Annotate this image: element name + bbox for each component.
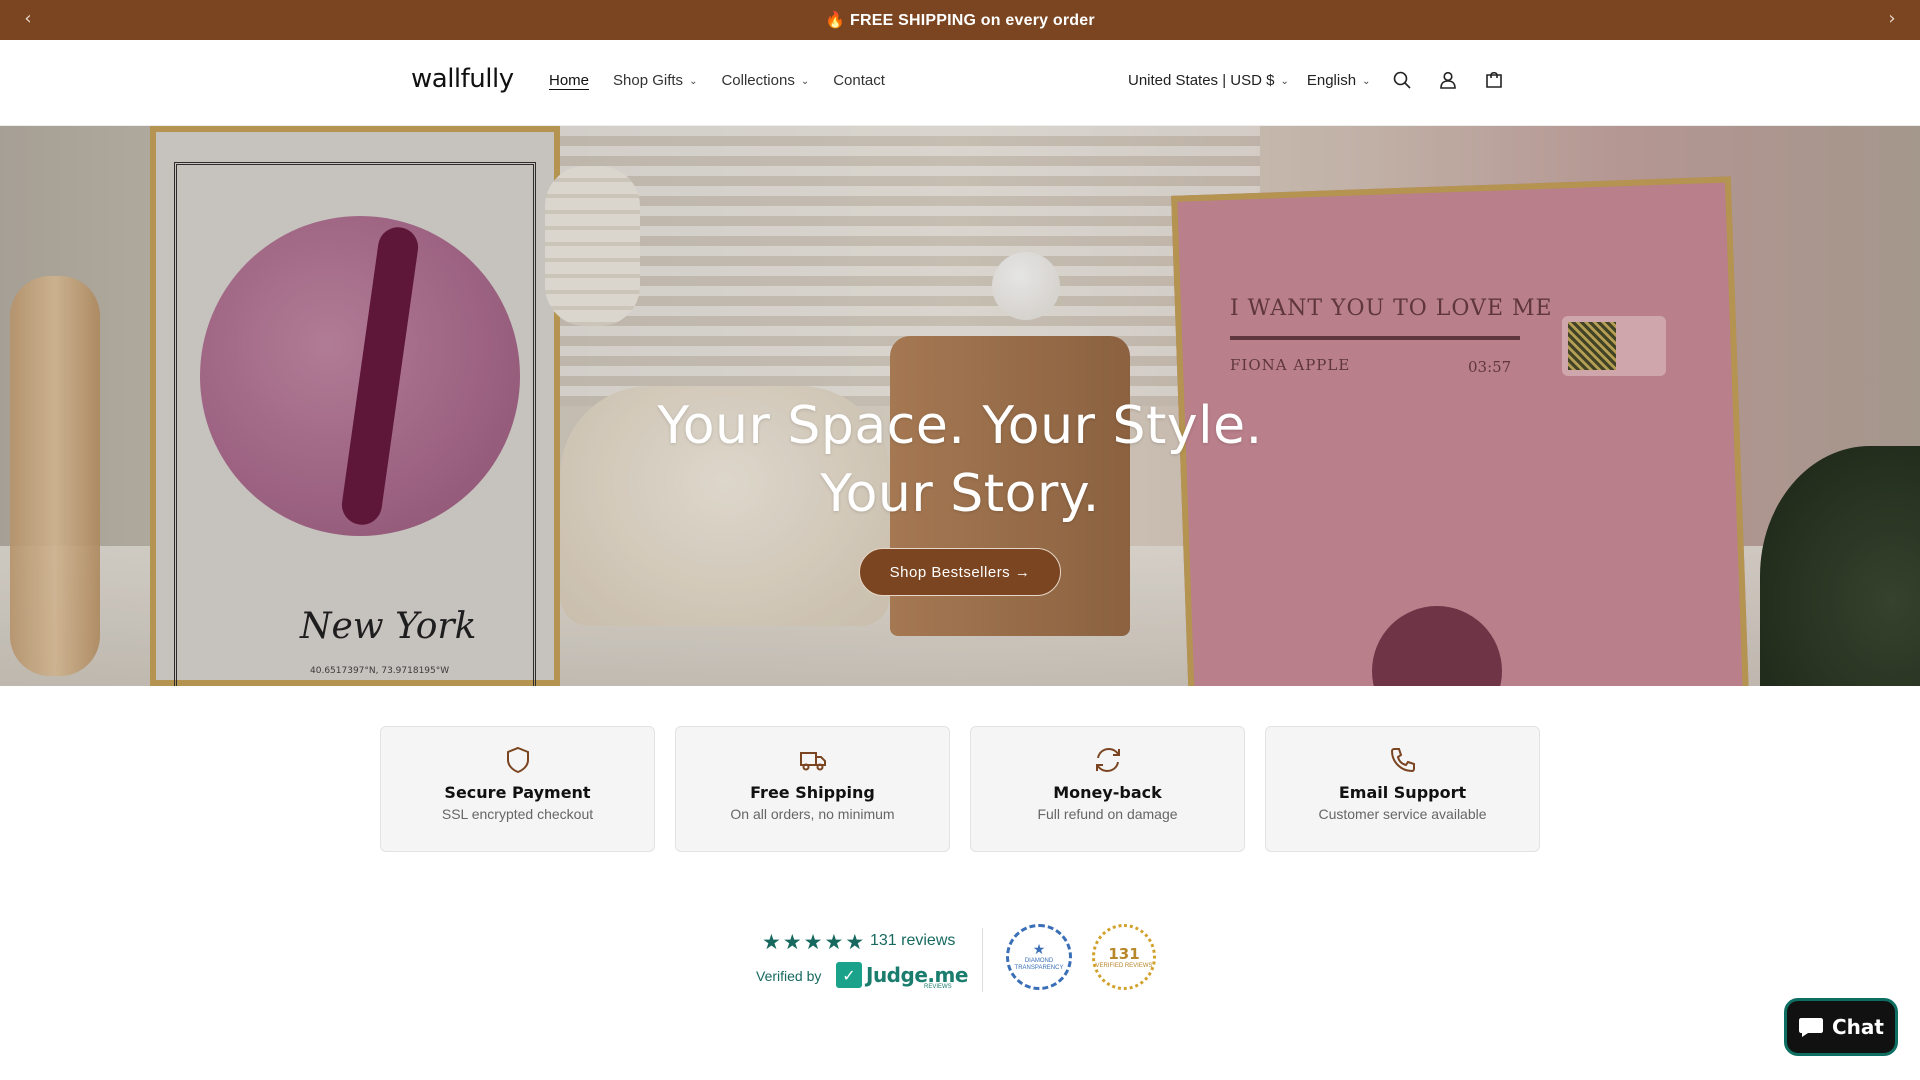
nav-item-label: Shop Gifts [613, 72, 684, 89]
site-header: wallfully Home Shop Gifts ⌄ Collections … [0, 40, 1920, 126]
hero-title-line1: Your Space. Your Style. [657, 396, 1263, 456]
star-icon: ★ [782, 930, 802, 954]
header-utilities: United States | USD $ ⌄ English ⌄ [1128, 66, 1508, 94]
chevron-left-icon[interactable]: ‹ [16, 8, 40, 32]
rating-stars: ★ ★ ★ ★ ★ [762, 930, 864, 954]
main-nav: Home Shop Gifts ⌄ Collections ⌄ Contact [549, 72, 885, 89]
site-logo[interactable]: wallfully [411, 64, 514, 94]
language-label: English [1306, 71, 1357, 89]
chevron-down-icon: ⌄ [1362, 75, 1371, 87]
nav-item-contact[interactable]: Contact [833, 72, 885, 89]
star-icon: ★ [824, 930, 844, 954]
language-selector[interactable]: English ⌄ [1307, 72, 1371, 89]
feature-card: Secure Payment SSL encrypted checkout [380, 726, 655, 852]
diamond-transparency-badge[interactable]: ★ DIAMOND TRANSPARENCY [1006, 924, 1072, 990]
nav-item-collections[interactable]: Collections ⌄ [721, 72, 809, 89]
hero-title: Your Space. Your Style. Your Story. [460, 392, 1460, 528]
star-icon: ★ [803, 930, 823, 954]
check-icon: ✓ [836, 962, 862, 988]
shield-icon [506, 746, 529, 774]
feature-subtitle: On all orders, no minimum [730, 806, 895, 822]
announcement-bar: ‹ 🔥 FREE SHIPPING on every order › [0, 0, 1920, 40]
chat-button[interactable]: Chat [1784, 998, 1898, 1056]
currency-selector[interactable]: United States | USD $ ⌄ [1128, 72, 1289, 89]
feature-subtitle: Full refund on damage [1037, 806, 1178, 822]
badge-number: 131 [1108, 944, 1140, 963]
badge-text: DIAMOND TRANSPARENCY [1014, 958, 1064, 971]
chevron-down-icon: ⌄ [800, 76, 810, 87]
nav-item-label: Collections [721, 72, 795, 89]
feature-card: Money-back Full refund on damage [970, 726, 1245, 852]
verified-by-label: Verified by [756, 968, 822, 984]
chat-bubble-icon [1799, 1018, 1823, 1037]
divider [982, 928, 983, 992]
feature-title: Secure Payment [444, 783, 591, 802]
feature-subtitle: SSL encrypted checkout [441, 806, 594, 822]
nav-item-home[interactable]: Home [549, 72, 589, 89]
feature-card: Free Shipping On all orders, no minimum [675, 726, 950, 852]
chat-label: Chat [1832, 1015, 1884, 1039]
chevron-down-icon: ⌄ [1280, 75, 1289, 87]
refresh-icon [1095, 747, 1120, 773]
chevron-down-icon: ⌄ [689, 76, 698, 87]
feature-title: Email Support [1338, 783, 1467, 802]
phone-icon [1390, 748, 1415, 773]
nav-item-shop-gifts[interactable]: Shop Gifts ⌄ [613, 72, 697, 89]
star-icon: ★ [845, 930, 865, 954]
features-row: Secure Payment SSL encrypted checkout Fr… [380, 726, 1540, 852]
nav-item-label: Contact [833, 72, 885, 89]
review-count[interactable]: 131 reviews [870, 932, 955, 950]
nav-item-label: Home [549, 72, 590, 89]
shop-bestsellers-button[interactable]: Shop Bestsellers → [859, 548, 1061, 596]
verified-reviews-badge[interactable]: 131 VERIFIED REVIEWS [1092, 924, 1156, 990]
account-icon[interactable] [1434, 66, 1462, 94]
feature-title: Free Shipping [750, 783, 875, 802]
feature-subtitle: Customer service available [1318, 806, 1487, 822]
badge-text: VERIFIED REVIEWS [1095, 962, 1153, 969]
announcement-text: 🔥 FREE SHIPPING on every order [825, 12, 1095, 29]
judgeme-sub: REVIEWS [924, 984, 952, 990]
feature-title: Money-back [1053, 783, 1162, 802]
reviews-widget[interactable]: ★ ★ ★ ★ ★ 131 reviews Verified by ✓ Judg… [756, 924, 1176, 994]
search-icon[interactable] [1388, 66, 1416, 94]
currency-label: United States | USD $ [1128, 71, 1275, 89]
star-icon: ★ [1032, 942, 1046, 958]
hero-title-line2: Your Story. [820, 464, 1100, 524]
chevron-right-icon[interactable]: › [1880, 8, 1904, 32]
truck-icon [799, 752, 826, 771]
hero-banner: New York 40.6517397°N, 73.9718195°W I WA… [0, 126, 1920, 686]
feature-card: Email Support Customer service available [1265, 726, 1540, 852]
star-icon: ★ [762, 930, 781, 954]
cart-icon[interactable] [1480, 66, 1508, 94]
judgeme-name: Judge.me [866, 963, 968, 987]
